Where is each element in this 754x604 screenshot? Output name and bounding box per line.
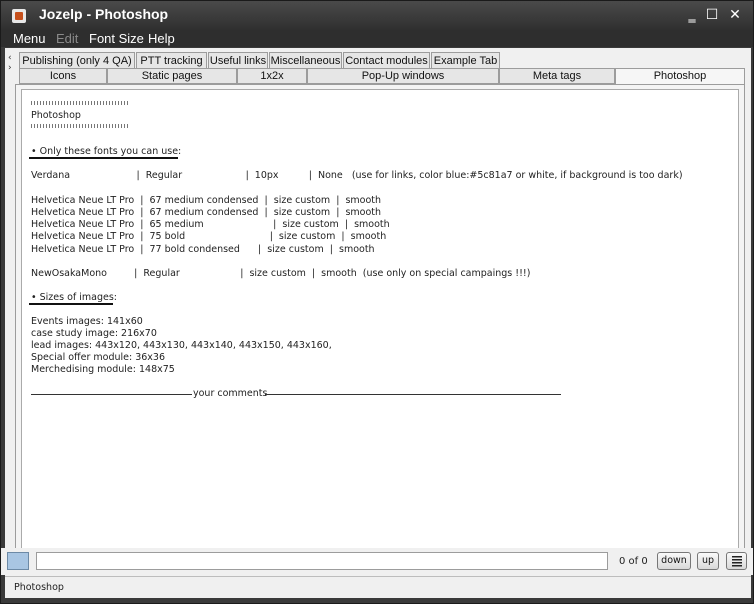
tab-miscellaneous[interactable]: Miscellaneous — [269, 52, 342, 68]
tab-useful-links[interactable]: Useful links — [208, 52, 268, 68]
mono-font-line: NewOsakaMono | Regular | size custom | s… — [31, 268, 531, 279]
comments-rule-right — [265, 394, 561, 395]
tab-panel: Photoshop • Only these fonts you can use… — [15, 84, 745, 572]
app-icon — [12, 9, 26, 23]
tab-ptt-tracking[interactable]: PTT tracking — [136, 52, 207, 68]
tab-1x2x[interactable]: 1x2x — [237, 68, 307, 84]
zigzag-divider — [31, 101, 128, 105]
font-line: Helvetica Neue LT Pro | 67 medium conden… — [31, 207, 382, 218]
tab-icons[interactable]: Icons — [19, 68, 107, 84]
font-line: Helvetica Neue LT Pro | 67 medium conden… — [31, 195, 382, 206]
image-size-line: case study image: 216x70 — [31, 328, 157, 339]
image-size-line: Events images: 141x60 — [31, 316, 143, 327]
find-bar: 0 of 0 down up — [1, 548, 753, 575]
highlight-color-swatch[interactable] — [7, 552, 29, 570]
fonts-section-title: • Only these fonts you can use: — [31, 146, 182, 157]
font-line: Helvetica Neue LT Pro | 77 bold condense… — [31, 244, 375, 255]
search-input[interactable] — [36, 552, 608, 570]
menu-menu[interactable]: Menu — [13, 31, 46, 46]
zigzag-divider — [31, 124, 128, 128]
menu-help[interactable]: Help — [148, 31, 175, 46]
tab-popup-windows[interactable]: Pop-Up windows — [307, 68, 499, 84]
client-area: ‹ › Publishing (only 4 QA) PTT tracking U… — [5, 48, 751, 578]
status-bar: Photoshop — [5, 576, 751, 598]
find-down-button[interactable]: down — [657, 552, 691, 570]
status-text: Photoshop — [14, 582, 64, 593]
tab-photoshop[interactable]: Photoshop — [615, 68, 745, 84]
font-line: Helvetica Neue LT Pro | 65 medium | size… — [31, 219, 390, 230]
app-window: Jozelp - Photoshop ‗ ☐ ✕ Menu Edit Font … — [0, 0, 754, 604]
tab-publishing[interactable]: Publishing (only 4 QA) — [19, 52, 135, 68]
tab-scroll-arrows[interactable]: ‹ › — [8, 53, 12, 73]
menu-font-size[interactable]: Font Size — [89, 31, 144, 46]
font-line: Helvetica Neue LT Pro | 75 bold | size c… — [31, 231, 387, 242]
comments-rule-left — [31, 394, 192, 395]
window-title: Jozelp - Photoshop — [39, 6, 169, 22]
find-up-button[interactable]: up — [697, 552, 719, 570]
image-size-line: Special offer module: 36x36 — [31, 352, 165, 363]
tab-contact-modules[interactable]: Contact modules — [343, 52, 430, 68]
menu-edit[interactable]: Edit — [56, 31, 78, 46]
font-line: Verdana | Regular | 10px | None (use for… — [31, 170, 683, 181]
text-editor[interactable]: Photoshop • Only these fonts you can use… — [21, 89, 739, 566]
comments-label: your comments — [193, 388, 268, 399]
section-underline — [29, 157, 178, 159]
title-bar[interactable]: Jozelp - Photoshop ‗ ☐ ✕ — [1, 1, 753, 31]
menu-bar: Menu Edit Font Size Help — [1, 31, 753, 47]
image-size-line: Merchedising module: 148x75 — [31, 364, 175, 375]
image-size-line: lead images: 443x120, 443x130, 443x140, … — [31, 340, 332, 351]
maximize-button[interactable]: ☐ — [704, 7, 720, 23]
tab-example-tab[interactable]: Example Tab — [431, 52, 500, 68]
list-icon[interactable] — [726, 552, 747, 570]
close-button[interactable]: ✕ — [727, 7, 743, 23]
tab-meta-tags[interactable]: Meta tags — [499, 68, 615, 84]
match-count: 0 of 0 — [619, 556, 648, 567]
section-underline — [29, 303, 113, 305]
page-heading: Photoshop — [31, 110, 81, 121]
tab-static-pages[interactable]: Static pages — [107, 68, 237, 84]
minimize-button[interactable]: ‗ — [684, 7, 700, 23]
images-section-title: • Sizes of images: — [31, 292, 118, 303]
